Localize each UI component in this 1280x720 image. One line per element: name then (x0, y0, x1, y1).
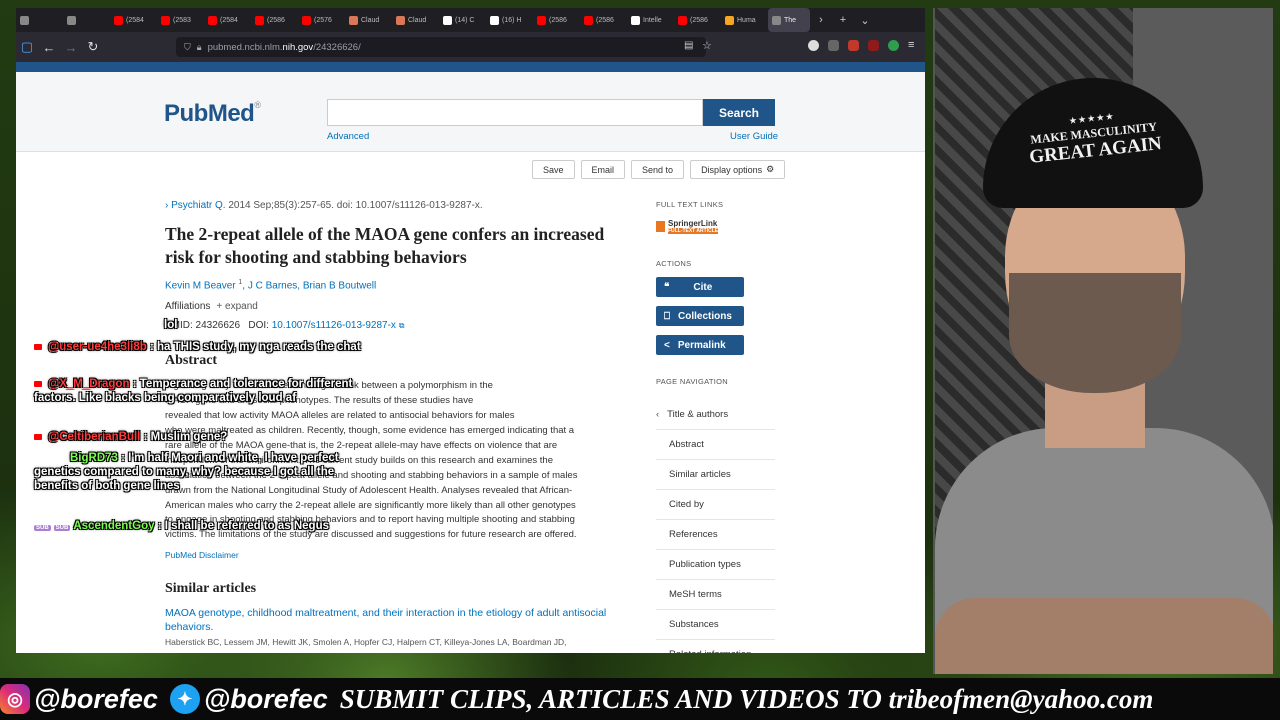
display-options-button[interactable]: Display options ⚙ (690, 160, 786, 179)
browser-tab[interactable]: Intelle (627, 8, 674, 32)
page-nav-item[interactable]: Related information (656, 640, 775, 653)
page-nav-item[interactable]: Substances (656, 610, 775, 640)
chat-message: @X_M_Dragon : Temperance and tolerance f… (34, 378, 353, 404)
search-button[interactable]: Search (703, 99, 775, 126)
chat-message: BigRD73 : I'm half Maori and white, I ha… (34, 452, 339, 492)
collections-button[interactable]: ⎕ Collections (656, 306, 744, 326)
chevron-right-icon[interactable]: › (810, 14, 832, 26)
page-nav-item[interactable]: Publication types (656, 550, 775, 580)
youtube-icon (34, 434, 42, 440)
page-nav-label: Cited by (669, 499, 704, 510)
cite-button[interactable]: ❝ Cite (656, 277, 744, 297)
youtube-icon (34, 381, 42, 387)
browser-tab[interactable]: (2586 (674, 8, 721, 32)
page-nav-item[interactable]: Abstract (656, 430, 775, 460)
browser-tab[interactable]: (14) C (439, 8, 486, 32)
tab-favicon-icon (772, 15, 781, 25)
actions-heading: ACTIONS (656, 259, 692, 268)
page-nav-item[interactable]: ‹ Title & authors (656, 400, 775, 430)
instagram-handle: @borefec (34, 683, 158, 714)
page-nav-item[interactable]: Cited by (656, 490, 775, 520)
browser-tab[interactable]: Huma (721, 8, 768, 32)
browser-tab[interactable]: The (768, 8, 810, 32)
tab-label: The (784, 16, 797, 24)
tab-favicon-icon (678, 15, 687, 25)
youtube-icon (34, 344, 42, 350)
page-nav-item[interactable]: MeSH terms (656, 580, 775, 610)
instagram-icon: ◎ (0, 684, 30, 714)
live-chat-overlay: lol @user-ue4he3li8b : ha THIS study, my… (34, 0, 414, 720)
tab-label: (16) H (502, 16, 522, 24)
extension-puzzle-icon[interactable] (828, 40, 839, 51)
share-icon: < (664, 339, 670, 351)
page-navigation-heading: PAGE NAVIGATION (656, 377, 729, 386)
extension-b-icon[interactable] (868, 40, 879, 51)
page-nav-label: MeSH terms (669, 589, 722, 600)
page-nav-item[interactable]: References (656, 520, 775, 550)
chevron-left-icon: ‹ (656, 409, 660, 420)
gear-icon: ⚙ (766, 164, 775, 174)
save-button[interactable]: Save (532, 160, 575, 179)
tab-label: Huma (737, 16, 756, 24)
tab-favicon-icon (584, 15, 593, 25)
tab-label: Intelle (643, 16, 662, 24)
twitter-handle: @borefec (203, 683, 328, 714)
extension-a-icon[interactable] (848, 40, 859, 51)
extensions-row: ≡ (808, 40, 919, 51)
tab-favicon-icon (631, 15, 640, 25)
page-nav-item[interactable]: Similar articles (656, 460, 775, 490)
chat-message: SUB SUB AscendentGoy : I shall be referred… (34, 520, 330, 532)
person-beard (1009, 273, 1181, 393)
tab-favicon-icon (443, 15, 452, 25)
reader-view-icon[interactable]: ▤ (684, 40, 693, 51)
person-arm (935, 598, 1273, 674)
page-navigation-list: ‹ Title & authors Abstract Similar articles… (656, 400, 776, 653)
tab-label: (2586 (549, 16, 567, 24)
browser-tab[interactable]: (16) H (486, 8, 533, 32)
tab-favicon-icon (725, 15, 734, 25)
tab-label: (14) C (455, 16, 475, 24)
webcam-feed: ★★★★★ MAKE MASCULINITY GREAT AGAIN (933, 8, 1273, 674)
tab-label: (2586 (690, 16, 708, 24)
tab-favicon-icon (537, 15, 546, 25)
permalink-button[interactable]: < Permalink (656, 335, 744, 355)
page-nav-label: Title & authors (667, 409, 729, 420)
email-button[interactable]: Email (580, 160, 626, 179)
chat-message: lol (164, 319, 178, 331)
page-nav-label: Abstract (669, 439, 704, 450)
bottom-banner: ◎ @borefec ✦ @borefec SUBMIT CLIPS, ARTI… (0, 678, 1280, 720)
bookmark-icon: ⎕ (664, 310, 670, 322)
browser-tab[interactable]: (2586 (580, 8, 627, 32)
page-nav-label: Publication types (669, 559, 741, 570)
twitter-icon: ✦ (169, 684, 200, 714)
bookmark-star-icon[interactable]: ☆ (702, 39, 712, 52)
chat-message: @CeltiberianBull : Muslim gene? (34, 430, 227, 444)
page-nav-label: Substances (669, 619, 719, 630)
extension-r-icon[interactable] (808, 40, 819, 51)
new-tab-button[interactable]: + (832, 14, 854, 26)
tab-label: (2586 (596, 16, 614, 24)
springerlink-button[interactable]: SpringerLink FULL-TEXT ARTICLE (656, 217, 722, 235)
article-action-bar: Save Email Send to Display options ⚙ (532, 160, 786, 179)
menu-icon[interactable]: ≡ (908, 40, 919, 51)
springer-logo-icon (656, 220, 665, 232)
user-guide-link[interactable]: User Guide (730, 131, 778, 142)
page-nav-label: Similar articles (669, 469, 731, 480)
page-nav-label: Related information (669, 649, 751, 653)
page-nav-label: References (669, 529, 718, 540)
sub-badge: SUB (53, 525, 71, 531)
tab-list-icon[interactable]: ⌄ (854, 14, 876, 27)
send-to-button[interactable]: Send to (631, 160, 685, 179)
full-text-links-heading: FULL TEXT LINKS (656, 200, 724, 209)
tab-favicon-icon (20, 15, 29, 25)
tab-favicon-icon (490, 15, 499, 25)
browser-tab[interactable]: (2586 (533, 8, 580, 32)
quote-icon: ❝ (664, 281, 670, 293)
submit-clips-text: SUBMIT CLIPS, ARTICLES AND VIDEOS TO tri… (339, 683, 1154, 714)
extension-c-icon[interactable] (888, 40, 899, 51)
article-sidebar: FULL TEXT LINKS SpringerLink FULL-TEXT AR… (656, 200, 776, 653)
chat-message: @user-ue4he3li8b : ha THIS study, my nga… (34, 340, 374, 354)
sub-badge: SUB (34, 525, 51, 531)
